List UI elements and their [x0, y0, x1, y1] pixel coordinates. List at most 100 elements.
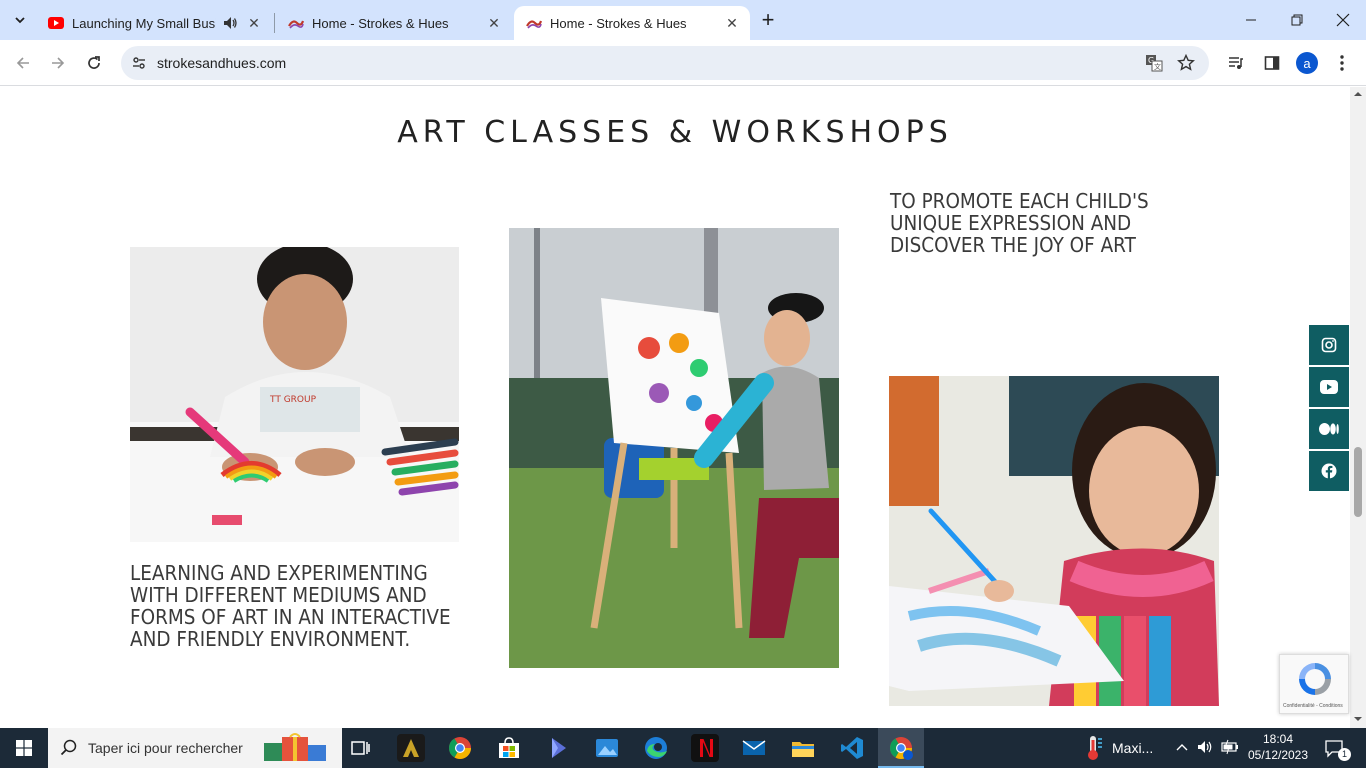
volume-button[interactable] — [1196, 738, 1216, 758]
scroll-down-icon[interactable] — [1350, 712, 1366, 726]
arrow-right-icon — [52, 57, 65, 69]
notification-center-button[interactable]: 1 — [1316, 728, 1356, 768]
tray-overflow-button[interactable] — [1172, 738, 1192, 758]
power-automate-icon[interactable] — [544, 734, 572, 762]
file-explorer-icon[interactable] — [789, 734, 817, 762]
browser-toolbar: strokesandhues.com G文 a — [0, 40, 1366, 86]
restore-button[interactable] — [1274, 0, 1320, 40]
vscode-app-icon[interactable] — [838, 734, 866, 762]
menu-button[interactable] — [1330, 48, 1354, 78]
close-icon[interactable]: ✕ — [722, 13, 742, 33]
battery-button[interactable] — [1220, 738, 1242, 758]
clock[interactable]: 18:04 05/12/2023 — [1246, 728, 1310, 768]
tab-title: Home - Strokes & Hues — [550, 15, 687, 31]
start-button[interactable] — [0, 728, 48, 768]
photo-girl-coloring — [889, 376, 1219, 706]
tab-title: Launching My Small Busine — [72, 15, 216, 31]
scroll-up-icon[interactable] — [1350, 87, 1366, 101]
svg-text:TT GROUP: TT GROUP — [269, 395, 317, 405]
medium-link[interactable] — [1309, 409, 1349, 449]
thermometer-icon — [1088, 736, 1102, 760]
chrome-app-icon[interactable] — [446, 734, 474, 762]
reload-button[interactable] — [79, 48, 109, 78]
edge-app-icon[interactable] — [642, 734, 670, 762]
avatar: a — [1303, 55, 1311, 71]
minimize-button[interactable] — [1228, 0, 1274, 40]
caption-right: TO PROMOTE EACH CHILD'S UNIQUE EXPRESSIO… — [890, 189, 1149, 257]
tab-strokes-hues-1[interactable]: Home - Strokes & Hues ✕ — [276, 6, 512, 40]
star-icon[interactable] — [1177, 54, 1195, 72]
task-view-icon[interactable] — [346, 734, 374, 762]
media-queue-icon — [1229, 57, 1243, 69]
caption-left: LEARNING AND EXPERIMENTING WITH DIFFEREN… — [130, 561, 451, 651]
speaker-icon — [1198, 741, 1212, 753]
chevron-down-icon — [15, 17, 25, 24]
speaker-icon[interactable] — [222, 15, 238, 31]
photo-girl-easel — [509, 228, 839, 668]
plus-icon: + — [761, 7, 775, 32]
address-bar[interactable]: strokesandhues.com G文 — [121, 46, 1209, 80]
tab-search-button[interactable] — [8, 8, 32, 32]
reload-icon — [88, 56, 100, 69]
page-title: ART CLASSES & WORKSHOPS — [397, 115, 953, 150]
windows-icon — [16, 740, 32, 756]
arrow-left-icon — [16, 57, 29, 69]
close-icon[interactable]: ✕ — [244, 13, 264, 33]
windows-taskbar: Taper ici pour rechercher Maxi... 18:04 … — [0, 728, 1366, 768]
more-vertical-icon — [1340, 55, 1344, 71]
profile-button[interactable]: a — [1296, 52, 1318, 74]
microsoft-store-icon[interactable] — [495, 734, 523, 762]
youtube-link[interactable] — [1309, 367, 1349, 407]
strokes-hues-icon — [526, 20, 542, 29]
instagram-icon — [1321, 337, 1337, 353]
facebook-icon — [1321, 463, 1337, 479]
mail-app-icon[interactable] — [740, 734, 768, 762]
close-window-button[interactable] — [1320, 0, 1366, 40]
page-scrollbar[interactable] — [1350, 87, 1366, 728]
search-icon — [60, 739, 77, 756]
back-button[interactable] — [8, 48, 38, 78]
tab-strokes-hues-2[interactable]: Home - Strokes & Hues ✕ — [514, 6, 750, 40]
medium-icon — [1319, 423, 1339, 435]
netflix-app-icon[interactable] — [691, 734, 719, 762]
photo-boy-drawing: TT GROUP — [130, 247, 459, 542]
new-tab-button[interactable]: + — [756, 7, 780, 32]
site-info-icon[interactable] — [131, 55, 147, 71]
taskbar-search[interactable]: Taper ici pour rechercher — [48, 728, 342, 768]
scrollbar-thumb[interactable] — [1354, 447, 1362, 517]
forward-button[interactable] — [43, 48, 73, 78]
chrome-profile-icon — [890, 737, 913, 760]
archicad-app-icon[interactable] — [397, 734, 425, 762]
minimize-icon — [1246, 19, 1256, 21]
clock-date: 05/12/2023 — [1247, 748, 1309, 762]
translate-icon[interactable]: G文 — [1145, 54, 1163, 72]
weather-text: Maxi... — [1112, 740, 1154, 756]
close-icon — [1336, 13, 1350, 27]
photos-app-icon[interactable] — [593, 734, 621, 762]
close-icon[interactable]: ✕ — [484, 13, 504, 33]
notification-count: 1 — [1338, 748, 1351, 761]
search-placeholder: Taper ici pour rechercher — [88, 740, 243, 756]
weather-widget[interactable]: Maxi... — [1080, 728, 1160, 768]
strokes-hues-icon — [288, 20, 304, 29]
tab-youtube[interactable]: Launching My Small Busine ✕ — [36, 6, 272, 40]
instagram-link[interactable] — [1309, 325, 1349, 365]
youtube-icon — [48, 17, 64, 29]
clock-time: 18:04 — [1262, 732, 1294, 746]
media-control-button[interactable] — [1222, 48, 1250, 78]
tab-title: Home - Strokes & Hues — [312, 15, 449, 31]
chevron-up-icon — [1176, 744, 1188, 751]
battery-icon — [1221, 739, 1238, 755]
page-viewport: ART CLASSES & WORKSHOPS TT GROUP LEARNIN… — [0, 87, 1366, 728]
recaptcha-badge[interactable]: Confidentialité - Conditions — [1279, 654, 1349, 714]
recaptcha-icon — [1299, 663, 1331, 695]
side-panel-button[interactable] — [1258, 48, 1286, 78]
youtube-icon — [1320, 380, 1338, 394]
svg-text:文: 文 — [1154, 62, 1161, 71]
restore-icon — [1291, 14, 1303, 26]
facebook-link[interactable] — [1309, 451, 1349, 491]
social-sidebar — [1309, 325, 1349, 493]
recaptcha-terms[interactable]: Confidentialité - Conditions — [1283, 703, 1343, 709]
chrome-profile-app-active[interactable] — [878, 728, 924, 768]
side-panel-icon — [1264, 56, 1280, 70]
